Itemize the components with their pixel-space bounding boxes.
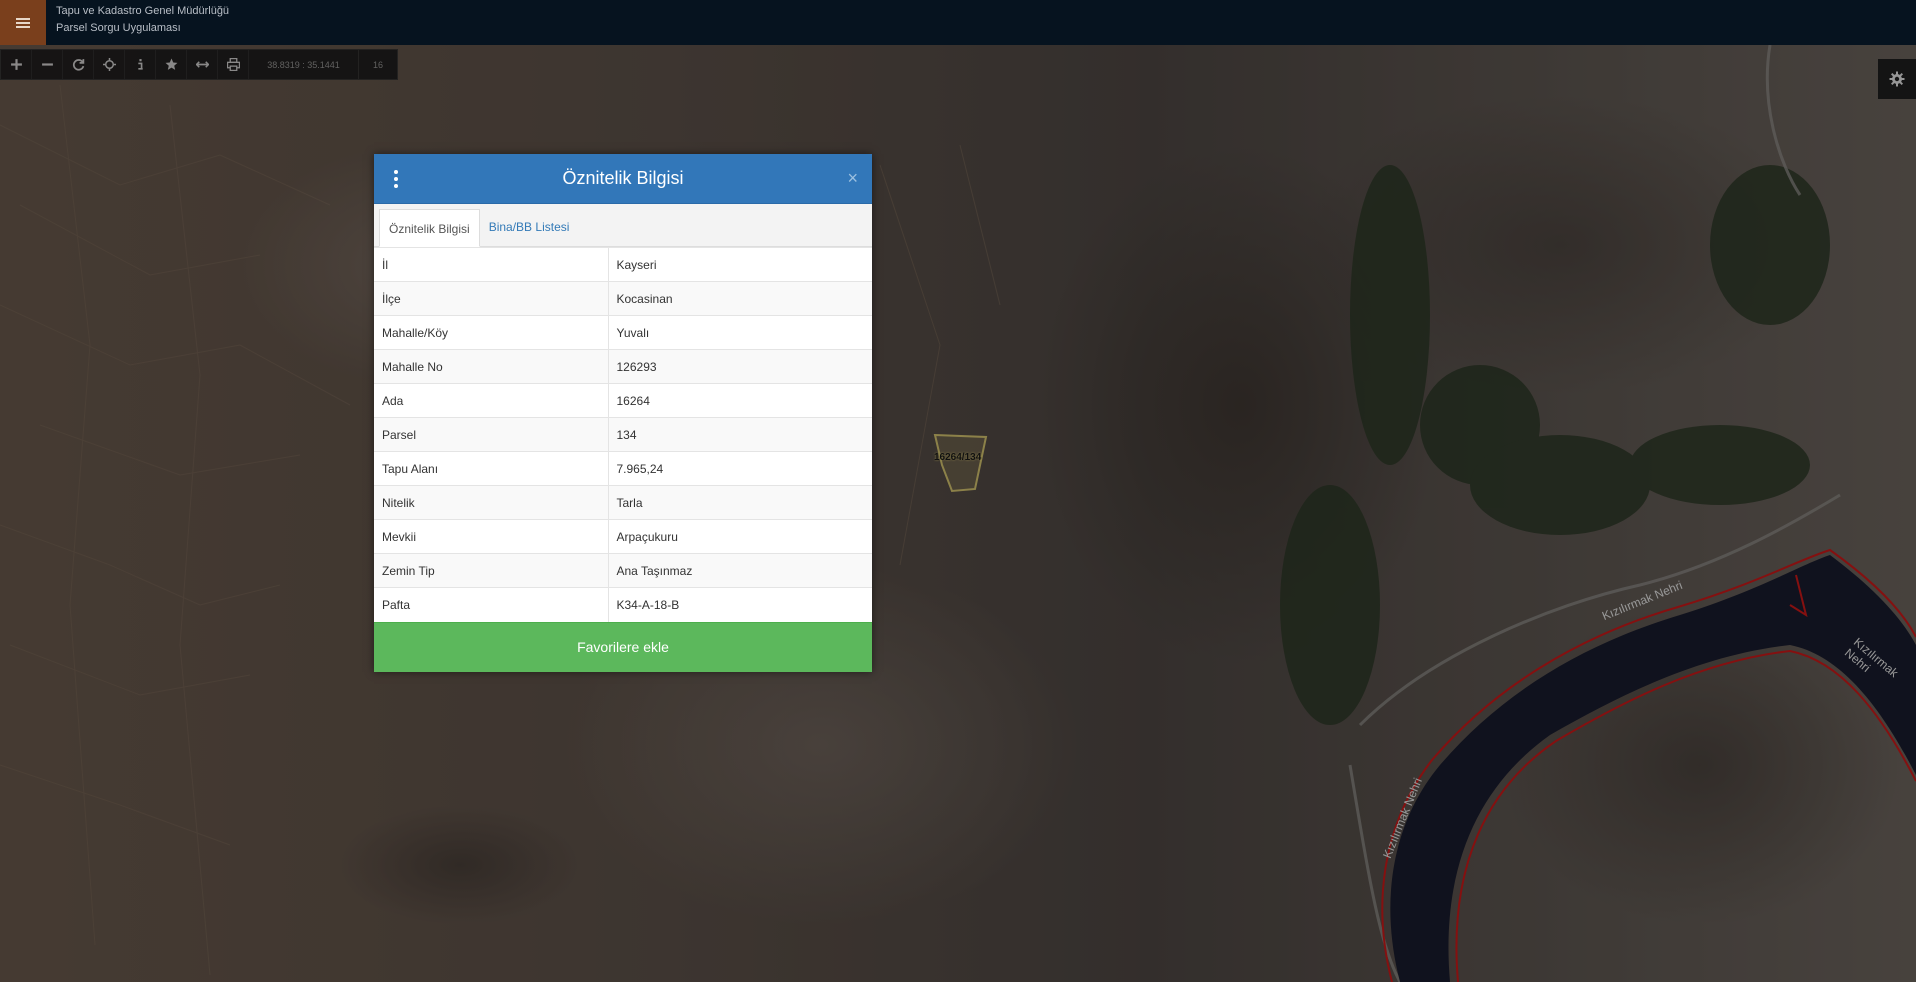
attribute-key: Tapu Alanı — [374, 451, 609, 486]
attribute-value: Ana Taşınmaz — [608, 553, 872, 588]
close-button[interactable]: × — [847, 169, 858, 187]
attribute-key: Parsel — [374, 417, 609, 452]
table-row: Mahalle No 126293 — [374, 349, 872, 384]
attribute-value: 134 — [608, 417, 872, 452]
table-row: Tapu Alanı 7.965,24 — [374, 451, 872, 486]
attribute-key: Mevkii — [374, 519, 609, 554]
attribute-key: İl — [374, 247, 609, 282]
dialog-menu-button[interactable] — [394, 170, 398, 188]
dialog-tabs: Öznitelik Bilgisi Bina/BB Listesi — [374, 204, 872, 247]
table-row: Pafta K34-A-18-B — [374, 587, 872, 622]
tab-building-list[interactable]: Bina/BB Listesi — [480, 208, 579, 246]
attribute-value: Kayseri — [608, 247, 872, 282]
attribute-value: Kocasinan — [608, 281, 872, 316]
add-to-favorites-button[interactable]: Favorilere ekle — [374, 621, 872, 672]
table-row: Parsel 134 — [374, 417, 872, 452]
hamburger-menu-button[interactable] — [0, 0, 46, 45]
table-row: İl Kayseri — [374, 247, 872, 282]
attribute-key: İlçe — [374, 281, 609, 316]
top-bar: Tapu ve Kadastro Genel Müdürlüğü Parsel … — [0, 0, 1916, 45]
table-row: Mahalle/Köy Yuvalı — [374, 315, 872, 350]
attribute-key: Ada — [374, 383, 609, 418]
attribute-key: Zemin Tip — [374, 553, 609, 588]
table-row: Nitelik Tarla — [374, 485, 872, 520]
modal-backdrop[interactable] — [0, 45, 1916, 982]
attribute-value: 16264 — [608, 383, 872, 418]
attribute-key: Pafta — [374, 587, 609, 622]
table-row: Zemin Tip Ana Taşınmaz — [374, 553, 872, 588]
attribute-value: K34-A-18-B — [608, 587, 872, 622]
attribute-dialog: Öznitelik Bilgisi × Öznitelik Bilgisi Bi… — [374, 154, 872, 672]
app-title: Tapu ve Kadastro Genel Müdürlüğü Parsel … — [56, 3, 229, 37]
app-name: Parsel Sorgu Uygulaması — [56, 22, 181, 34]
table-row: İlçe Kocasinan — [374, 281, 872, 316]
table-row: Ada 16264 — [374, 383, 872, 418]
menu-icon — [16, 17, 30, 28]
tab-attribute-info[interactable]: Öznitelik Bilgisi — [379, 209, 480, 247]
attribute-table: İl Kayseri İlçe Kocasinan Mahalle/Köy Yuvalı M… — [374, 247, 872, 622]
kebab-menu-icon — [394, 170, 398, 174]
attribute-value: Yuvalı — [608, 315, 872, 350]
attribute-value: Tarla — [608, 485, 872, 520]
attribute-key: Mahalle No — [374, 349, 609, 384]
attribute-value: Arpaçukuru — [608, 519, 872, 554]
attribute-value: 126293 — [608, 349, 872, 384]
attribute-key: Mahalle/Köy — [374, 315, 609, 350]
dialog-header: Öznitelik Bilgisi × — [374, 154, 872, 204]
close-icon: × — [847, 168, 858, 188]
table-row: Mevkii Arpaçukuru — [374, 519, 872, 554]
dialog-title: Öznitelik Bilgisi — [562, 168, 684, 188]
org-name: Tapu ve Kadastro Genel Müdürlüğü — [56, 5, 230, 17]
attribute-value: 7.965,24 — [608, 451, 872, 486]
attribute-key: Nitelik — [374, 485, 609, 520]
